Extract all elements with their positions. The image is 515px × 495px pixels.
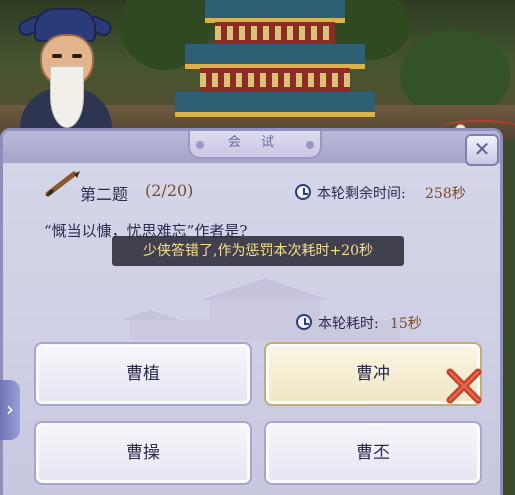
remaining-time-value: 258秒: [425, 186, 466, 202]
chevron-right-icon: ›: [6, 397, 14, 421]
dialog-title: 会 试: [188, 131, 322, 159]
penalty-toast: 少侠答错了,作为惩罚本次耗时+20秒: [112, 236, 404, 266]
watermark-building: [120, 278, 400, 340]
answer-option-4[interactable]: 曹丕: [264, 421, 482, 485]
answer-option-3[interactable]: 曹操: [34, 421, 252, 485]
close-button[interactable]: ✕: [465, 134, 499, 166]
question-progress: (2/20): [145, 181, 194, 200]
used-time-value: 15秒: [390, 316, 422, 332]
clock-icon: [296, 314, 312, 330]
remaining-time-label: 本轮剩余时间:: [317, 186, 406, 202]
side-expand-button[interactable]: ›: [0, 380, 20, 440]
used-time-label: 本轮耗时:: [318, 316, 379, 332]
question-number: 第二题: [80, 185, 129, 204]
pagoda-building: [175, 0, 375, 130]
close-icon: ✕: [473, 137, 491, 161]
clock-icon: [295, 184, 311, 200]
examiner-portrait: [12, 4, 122, 132]
brush-icon: [45, 171, 80, 197]
answer-option-1[interactable]: 曹植: [34, 342, 252, 406]
wrong-x-icon: [446, 368, 482, 404]
